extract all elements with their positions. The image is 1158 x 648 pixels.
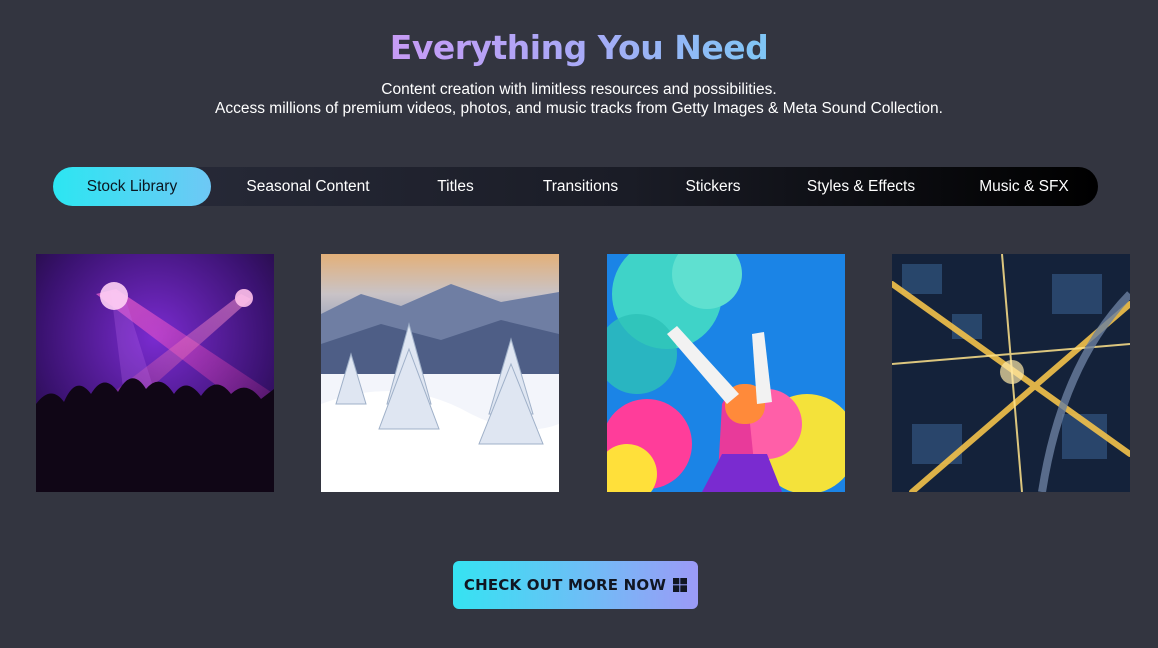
aerial-city-night-image[interactable] xyxy=(892,254,1130,492)
subtitle-line-2: Access millions of premium videos, photo… xyxy=(215,100,943,117)
check-out-more-button[interactable]: CHECK OUT MORE NOW xyxy=(453,561,698,609)
tab-stickers[interactable]: Stickers xyxy=(671,167,755,206)
snowy-mountain-landscape-image[interactable] xyxy=(321,254,559,492)
subtitle-line-1: Content creation with limitless resource… xyxy=(381,81,777,98)
category-tab-bar: Stock Library Seasonal Content Titles Tr… xyxy=(53,167,1098,206)
tab-seasonal-content[interactable]: Seasonal Content xyxy=(225,167,391,206)
concert-crowd-lights-image[interactable] xyxy=(36,254,274,492)
tab-styles-effects[interactable]: Styles & Effects xyxy=(793,167,929,206)
windows-icon xyxy=(673,578,688,592)
cta-label: CHECK OUT MORE NOW xyxy=(463,576,667,594)
tab-music-sfx[interactable]: Music & SFX xyxy=(967,167,1081,206)
tab-titles[interactable]: Titles xyxy=(417,167,494,206)
tab-stock-library[interactable]: Stock Library xyxy=(53,167,211,206)
tab-transitions[interactable]: Transitions xyxy=(525,167,636,206)
page-title: Everything You Need xyxy=(389,28,769,67)
color-powder-festival-image[interactable] xyxy=(607,254,845,492)
